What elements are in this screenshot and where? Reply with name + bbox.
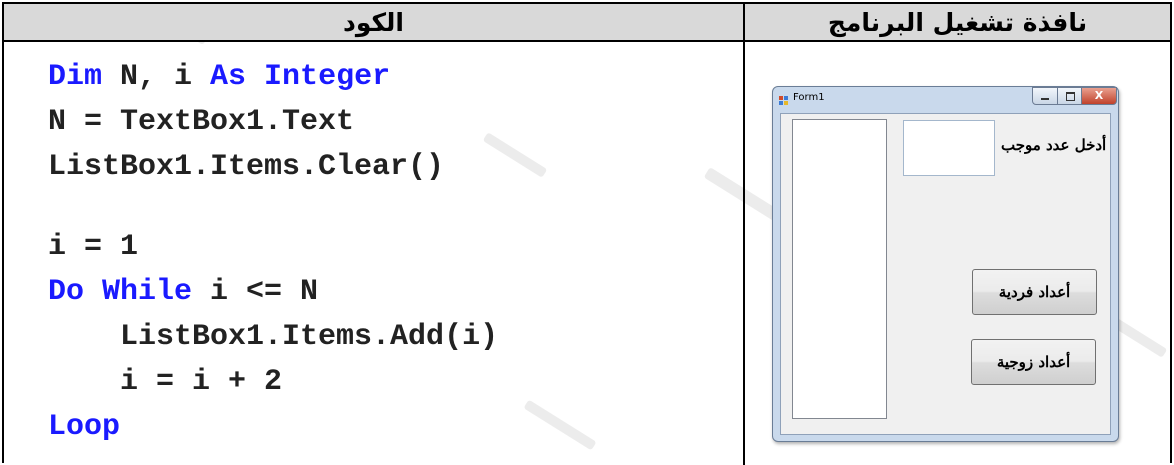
code-keyword: Dim <box>48 60 103 94</box>
code-text: N = TextBox1.Text <box>48 105 355 139</box>
program-window-column-header: نافذة تشغيل البرنامج <box>745 4 1170 42</box>
code-line: i = i + 2 <box>48 365 498 410</box>
code-keyword: Loop <box>48 410 121 444</box>
code-text: ListBox1.Items.Add(i) <box>48 320 499 354</box>
code-column-header: الكود <box>4 4 743 42</box>
code-keyword: Do While <box>48 275 193 309</box>
code-line: Loop <box>48 410 498 455</box>
code-keyword: As Integer <box>210 60 391 94</box>
code-line: Dim N, i As Integer <box>48 60 498 105</box>
odd-numbers-button[interactable]: أعداد فردية <box>972 269 1097 315</box>
column-divider <box>743 4 745 465</box>
form-title: Form1 <box>793 92 825 103</box>
code-text: i = 1 <box>48 230 139 264</box>
code-line: ListBox1.Items.Add(i) <box>48 320 498 365</box>
results-listbox[interactable] <box>792 119 887 419</box>
form-client-area: أدخل عدد موجب أعداد فردية أعداد زوجية <box>780 113 1111 435</box>
maximize-button[interactable] <box>1057 87 1082 105</box>
maximize-icon <box>1066 92 1075 101</box>
code-line: ListBox1.Items.Clear() <box>48 150 498 195</box>
even-numbers-button[interactable]: أعداد زوجية <box>971 339 1096 385</box>
form-titlebar[interactable]: Form1 X <box>773 87 1118 113</box>
code-line: i = 1 <box>48 230 498 275</box>
code-line: N = TextBox1.Text <box>48 105 498 150</box>
code-listing: Dim N, i As Integer N = TextBox1.Text Li… <box>48 60 498 455</box>
number-input-label: أدخل عدد موجب <box>1001 136 1107 154</box>
code-blank-line <box>48 195 498 230</box>
minimize-button[interactable] <box>1032 87 1058 105</box>
close-icon: X <box>1094 89 1104 102</box>
code-text: i = i + 2 <box>48 365 283 399</box>
minimize-icon <box>1041 98 1049 100</box>
form-app-icon <box>779 96 788 105</box>
code-text: i <= N <box>192 275 319 309</box>
code-line: Do While i <= N <box>48 275 498 320</box>
number-input[interactable] <box>903 120 995 176</box>
close-button[interactable]: X <box>1081 87 1117 105</box>
form-window: Form1 X أدخل عدد موجب أعداد فردية أعداد … <box>772 86 1119 442</box>
code-text: N, i <box>102 60 211 94</box>
code-text: ListBox1.Items.Clear() <box>48 150 445 184</box>
